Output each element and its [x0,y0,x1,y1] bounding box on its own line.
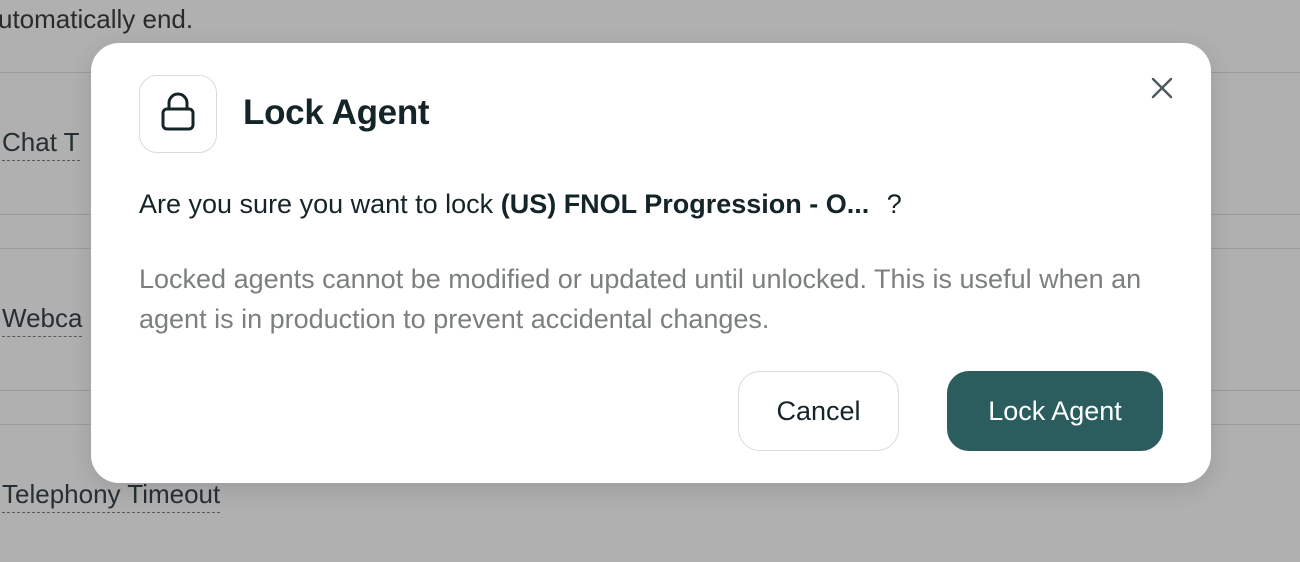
close-button[interactable] [1147,75,1177,105]
page: utomatically end. Chat T Webca Telephony… [0,0,1300,562]
question-suffix: ? [886,189,902,219]
background-label-chat-timeout: Chat T [2,127,80,161]
close-icon [1151,77,1173,104]
dialog-title: Lock Agent [243,93,430,132]
cancel-button[interactable]: Cancel [738,371,899,451]
dialog-description: Locked agents cannot be modified or upda… [139,264,1142,334]
agent-name: (US) FNOL Progression - O... [500,189,870,219]
dialog-icon-container [139,75,217,153]
confirmation-question: Are you sure you want to lock (US) FNOL … [139,189,902,220]
background-label-webcall-timeout: Webca [2,303,83,337]
question-prefix: Are you sure you want to lock [139,189,494,219]
lock-icon [160,92,196,137]
background-help-text: utomatically end. [0,4,194,34]
lock-agent-dialog: Lock Agent Are you sure you want to lock… [91,43,1211,483]
lock-agent-button[interactable]: Lock Agent [947,371,1163,451]
background-label-telephony-timeout: Telephony Timeout [2,479,221,513]
